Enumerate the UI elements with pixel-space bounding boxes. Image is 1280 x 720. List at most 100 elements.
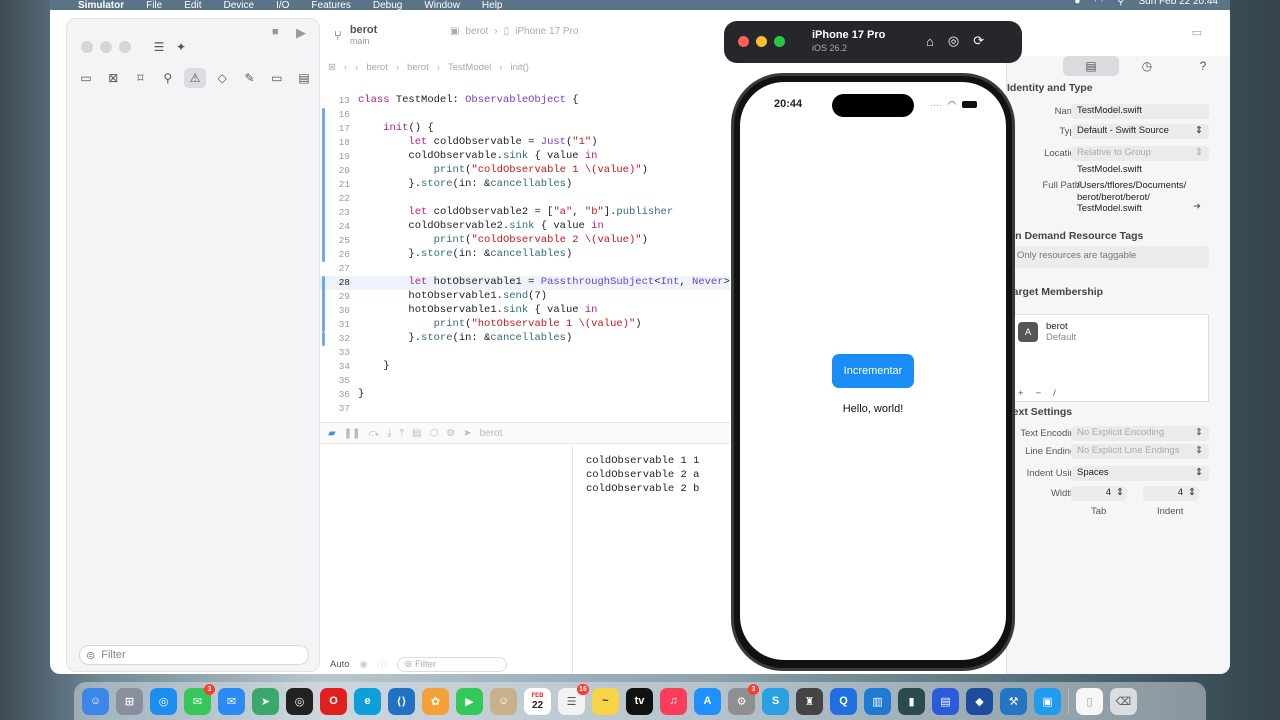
stop-icon[interactable]: ■ — [272, 26, 279, 38]
pause-icon[interactable]: ❚❚ — [344, 428, 361, 439]
messages-icon[interactable]: ✉ 3 — [184, 683, 215, 715]
edit-icon[interactable]: / — [1053, 388, 1056, 399]
app-store-icon[interactable]: A — [694, 687, 721, 715]
calendar-icon[interactable]: FEB 22 — [524, 687, 551, 715]
reminders-icon[interactable]: ☰ 16 — [558, 683, 589, 715]
sparkle-icon[interactable]: ✦ — [170, 37, 192, 57]
record-icon[interactable]: ● — [1074, 0, 1080, 7]
location-select[interactable]: Relative to Group ⇕ — [1071, 146, 1209, 161]
finder-icon[interactable]: ☺ — [82, 687, 109, 715]
name-field[interactable]: TestModel.swift — [1071, 104, 1209, 119]
code-line[interactable]: hotObservable1.send(7) — [358, 290, 547, 302]
screenshot-icon[interactable]: ◎ — [948, 33, 959, 49]
code-line[interactable]: let coldObservable = Just("1") — [358, 136, 597, 148]
sim-zoom-button[interactable] — [774, 36, 785, 47]
opera-icon[interactable]: O — [320, 687, 347, 715]
auto-select[interactable]: Auto — [330, 659, 350, 670]
code-line[interactable]: }.store(in: &cancellables) — [358, 332, 572, 344]
code-line[interactable]: class TestModel: ObservableObject { — [358, 94, 579, 106]
tab-width-stepper[interactable]: 4 ⇕ — [1071, 486, 1127, 501]
file-inspector-icon[interactable]: ▤ — [1063, 56, 1119, 76]
breakpoints-toggle-icon[interactable]: ▰ — [328, 428, 336, 439]
tv-icon[interactable]: tv — [626, 687, 653, 715]
project-scheme[interactable]: ⑂ berot main — [334, 24, 377, 46]
crumb-symbol[interactable]: init() — [510, 62, 528, 73]
instruments-icon[interactable]: ▥ — [864, 687, 891, 715]
terminal-icon[interactable]: ▮ — [898, 687, 925, 715]
contacts-icon[interactable]: ☺ — [490, 687, 517, 715]
memory-graph-icon[interactable]: ⬡ — [429, 428, 438, 439]
report-icon[interactable]: ▤ — [293, 68, 315, 88]
tests-icon[interactable]: ◇ — [211, 68, 233, 88]
back-icon[interactable]: ‹ — [344, 62, 347, 73]
menu-io[interactable]: I/O — [276, 0, 289, 10]
code-line[interactable]: }.store(in: &cancellables) — [358, 178, 572, 190]
info-icon[interactable]: ⓘ — [378, 657, 388, 671]
zoom-window-button[interactable] — [119, 41, 131, 53]
grid-icon[interactable]: ⊞ — [328, 62, 336, 73]
crumb-file[interactable]: TestModel — [448, 62, 491, 73]
environment-icon[interactable]: ⚙ — [446, 428, 455, 439]
launchpad-icon[interactable]: ⊞ — [116, 687, 143, 715]
line-number[interactable]: 27 — [320, 263, 350, 274]
document-icon[interactable]: ▯ — [1076, 687, 1103, 715]
simulator-titlebar[interactable]: iPhone 17 Pro iOS 26.2 ⌂ ◎ ⟳ — [724, 21, 1022, 63]
menu-features[interactable]: Features — [311, 0, 350, 10]
code-line[interactable]: let hotObservable1 = PassthroughSubject<… — [358, 276, 730, 288]
step-into-icon[interactable]: ⤓ — [387, 428, 391, 439]
code-editor[interactable]: 13 class TestModel: ObservableObject {16 1… — [320, 82, 730, 418]
code-line[interactable]: } — [358, 360, 389, 372]
indent-using-select[interactable]: Spaces ⇕ — [1071, 466, 1209, 481]
menu-device[interactable]: Device — [223, 0, 254, 10]
line-number[interactable]: 37 — [320, 403, 350, 414]
line-number[interactable]: 13 — [320, 95, 350, 106]
view-hierarchy-icon[interactable]: ▤ — [412, 428, 421, 439]
close-window-button[interactable] — [81, 41, 93, 53]
preview-icon[interactable]: ▣ — [1034, 687, 1061, 715]
issues-icon[interactable]: ⚠ — [184, 68, 206, 88]
encoding-select[interactable]: No Explicit Encoding ⇕ — [1071, 426, 1209, 441]
inspector-toggle-icon[interactable]: ▭ — [1192, 26, 1202, 39]
history-icon[interactable]: ◷ — [1119, 56, 1175, 76]
indent-width-stepper[interactable]: 4 ⇕ — [1143, 486, 1199, 501]
type-select[interactable]: Default - Swift Source ⇕ — [1071, 124, 1209, 139]
sidebar-toggle-icon[interactable]: ☰ — [148, 37, 170, 57]
code-line[interactable]: }.store(in: &cancellables) — [358, 248, 572, 260]
code-line[interactable]: hotObservable1.sink { value in — [358, 304, 597, 316]
source-control-icon[interactable]: ⊠ — [102, 68, 124, 88]
crumb-project[interactable]: berot — [366, 62, 388, 73]
proxyman-icon[interactable]: Q — [830, 687, 857, 715]
edge-icon[interactable]: e — [354, 687, 381, 715]
xcode-icon[interactable]: ⚒ — [1000, 687, 1027, 715]
sim-minimize-button[interactable] — [756, 36, 767, 47]
skype-icon[interactable]: S — [762, 687, 789, 715]
console-output[interactable]: coldObservable 1 1 coldObservable 2 a co… — [574, 446, 730, 674]
run-destination[interactable]: ▣ berot › ▯ iPhone 17 Pro — [450, 26, 579, 37]
code-line[interactable]: coldObservable2.sink { value in — [358, 220, 603, 232]
sim-close-button[interactable] — [738, 36, 749, 47]
menu-simulator[interactable]: Simulator — [78, 0, 124, 10]
bookmark-icon[interactable]: ⌑ — [130, 68, 152, 88]
safari-icon[interactable]: ◎ — [150, 687, 177, 715]
line-number[interactable]: 36 — [320, 389, 350, 400]
zoom-app-icon[interactable]: ◆ — [966, 687, 993, 715]
menubar-clock[interactable]: Sun Feb 22 20:44 — [1138, 0, 1218, 7]
home-icon[interactable]: ⌂ — [926, 34, 934, 49]
vscode-icon[interactable]: ⟨⟩ — [388, 687, 415, 715]
reveal-in-finder-icon[interactable]: ➜ — [1193, 201, 1201, 212]
mail-icon[interactable]: ✉ — [218, 687, 245, 715]
crumb-folder[interactable]: berot — [407, 62, 429, 73]
add-icon[interactable]: + — [1018, 388, 1024, 399]
music-icon[interactable]: ♫ — [660, 687, 687, 715]
trash-icon[interactable]: ⌫ — [1110, 687, 1137, 715]
incrementar-button[interactable]: Incrementar — [832, 354, 914, 388]
menu-edit[interactable]: Edit — [184, 0, 201, 10]
code-line[interactable]: let coldObservable2 = ["a", "b"].publish… — [358, 206, 673, 218]
menu-help[interactable]: Help — [482, 0, 503, 10]
step-out-icon[interactable]: ⤒ — [400, 428, 404, 439]
minimize-window-button[interactable] — [100, 41, 112, 53]
line-number[interactable]: 33 — [320, 347, 350, 358]
menu-file[interactable]: File — [146, 0, 162, 10]
console-filter[interactable]: ⊜ Filter — [397, 656, 508, 672]
forward-icon[interactable]: › — [355, 62, 358, 73]
